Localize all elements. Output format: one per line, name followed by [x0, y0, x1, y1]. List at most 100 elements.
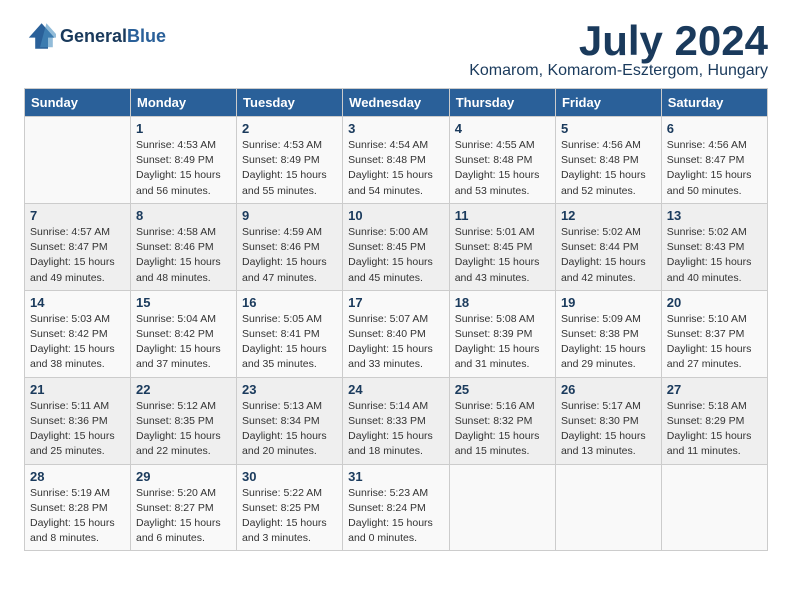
day-info: Sunrise: 5:19 AM Sunset: 8:28 PM Dayligh…: [30, 486, 125, 547]
logo-text: GeneralBlue: [60, 26, 166, 47]
day-cell: [661, 464, 767, 551]
week-row-5: 28Sunrise: 5:19 AM Sunset: 8:28 PM Dayli…: [25, 464, 768, 551]
day-cell: 27 Sunrise: 5:18 AM Sunset: 8:29 PM Dayli…: [661, 377, 767, 464]
day-cell: 2Sunrise: 4:53 AM Sunset: 8:49 PM Daylig…: [237, 117, 343, 204]
day-number: 21: [30, 382, 125, 397]
day-info: Sunrise: 5:11 AM Sunset: 8:36 PM Dayligh…: [30, 399, 125, 460]
logo-icon: [24, 20, 56, 52]
day-cell: 5 Sunrise: 4:56 AM Sunset: 8:48 PM Daylig…: [555, 117, 661, 204]
day-number: 29: [136, 469, 231, 484]
day-info: Sunrise: 5:04 AM Sunset: 8:42 PM Dayligh…: [136, 312, 231, 373]
day-info: Sunrise: 5:09 AM Sunset: 8:38 PM Dayligh…: [561, 312, 656, 373]
calendar-table: SundayMondayTuesdayWednesdayThursdayFrid…: [24, 88, 768, 551]
day-info: Sunrise: 4:59 AM Sunset: 8:46 PM Dayligh…: [242, 225, 337, 286]
day-number: 8: [136, 208, 231, 223]
day-number: 31: [348, 469, 444, 484]
day-cell: 23 Sunrise: 5:13 AM Sunset: 8:34 PM Dayli…: [237, 377, 343, 464]
day-number: 7: [30, 208, 125, 223]
weekday-header-saturday: Saturday: [661, 89, 767, 117]
week-row-4: 21 Sunrise: 5:11 AM Sunset: 8:36 PM Dayli…: [25, 377, 768, 464]
day-cell: 21 Sunrise: 5:11 AM Sunset: 8:36 PM Dayli…: [25, 377, 131, 464]
day-cell: 17Sunrise: 5:07 AM Sunset: 8:40 PM Dayli…: [343, 290, 450, 377]
day-number: 20: [667, 295, 762, 310]
day-cell: 3 Sunrise: 4:54 AM Sunset: 8:48 PM Daylig…: [343, 117, 450, 204]
day-info: Sunrise: 4:55 AM Sunset: 8:48 PM Dayligh…: [455, 138, 550, 199]
day-cell: 30 Sunrise: 5:22 AM Sunset: 8:25 PM Dayli…: [237, 464, 343, 551]
day-number: 16: [242, 295, 337, 310]
day-cell: 9 Sunrise: 4:59 AM Sunset: 8:46 PM Daylig…: [237, 203, 343, 290]
day-info: Sunrise: 5:20 AM Sunset: 8:27 PM Dayligh…: [136, 486, 231, 547]
day-number: 3: [348, 121, 444, 136]
day-cell: [25, 117, 131, 204]
day-number: 19: [561, 295, 656, 310]
day-cell: [555, 464, 661, 551]
day-number: 24: [348, 382, 444, 397]
week-row-3: 14Sunrise: 5:03 AM Sunset: 8:42 PM Dayli…: [25, 290, 768, 377]
day-number: 14: [30, 295, 125, 310]
week-row-2: 7 Sunrise: 4:57 AM Sunset: 8:47 PM Daylig…: [25, 203, 768, 290]
day-cell: 31 Sunrise: 5:23 AM Sunset: 8:24 PM Dayli…: [343, 464, 450, 551]
location-title: Komarom, Komarom-Esztergom, Hungary: [469, 62, 768, 80]
day-cell: 8 Sunrise: 4:58 AM Sunset: 8:46 PM Daylig…: [131, 203, 237, 290]
day-number: 25: [455, 382, 550, 397]
day-info: Sunrise: 4:57 AM Sunset: 8:47 PM Dayligh…: [30, 225, 125, 286]
day-number: 13: [667, 208, 762, 223]
day-cell: 18Sunrise: 5:08 AM Sunset: 8:39 PM Dayli…: [449, 290, 555, 377]
weekday-header-tuesday: Tuesday: [237, 89, 343, 117]
day-info: Sunrise: 5:02 AM Sunset: 8:44 PM Dayligh…: [561, 225, 656, 286]
day-number: 27: [667, 382, 762, 397]
day-number: 15: [136, 295, 231, 310]
day-info: Sunrise: 5:10 AM Sunset: 8:37 PM Dayligh…: [667, 312, 762, 373]
day-info: Sunrise: 5:01 AM Sunset: 8:45 PM Dayligh…: [455, 225, 550, 286]
day-info: Sunrise: 5:13 AM Sunset: 8:34 PM Dayligh…: [242, 399, 337, 460]
page-header: GeneralBlue July 2024 Komarom, Komarom-E…: [24, 20, 768, 80]
day-cell: 12Sunrise: 5:02 AM Sunset: 8:44 PM Dayli…: [555, 203, 661, 290]
weekday-header-monday: Monday: [131, 89, 237, 117]
day-info: Sunrise: 5:18 AM Sunset: 8:29 PM Dayligh…: [667, 399, 762, 460]
logo: GeneralBlue: [24, 20, 166, 52]
day-info: Sunrise: 5:17 AM Sunset: 8:30 PM Dayligh…: [561, 399, 656, 460]
day-number: 26: [561, 382, 656, 397]
day-cell: 15 Sunrise: 5:04 AM Sunset: 8:42 PM Dayli…: [131, 290, 237, 377]
day-cell: 24 Sunrise: 5:14 AM Sunset: 8:33 PM Dayli…: [343, 377, 450, 464]
day-info: Sunrise: 5:08 AM Sunset: 8:39 PM Dayligh…: [455, 312, 550, 373]
weekday-header-sunday: Sunday: [25, 89, 131, 117]
day-info: Sunrise: 5:14 AM Sunset: 8:33 PM Dayligh…: [348, 399, 444, 460]
day-cell: 13 Sunrise: 5:02 AM Sunset: 8:43 PM Dayli…: [661, 203, 767, 290]
day-info: Sunrise: 4:54 AM Sunset: 8:48 PM Dayligh…: [348, 138, 444, 199]
weekday-header-wednesday: Wednesday: [343, 89, 450, 117]
day-cell: 7 Sunrise: 4:57 AM Sunset: 8:47 PM Daylig…: [25, 203, 131, 290]
day-number: 5: [561, 121, 656, 136]
day-cell: 14Sunrise: 5:03 AM Sunset: 8:42 PM Dayli…: [25, 290, 131, 377]
day-number: 23: [242, 382, 337, 397]
day-cell: 20 Sunrise: 5:10 AM Sunset: 8:37 PM Dayli…: [661, 290, 767, 377]
day-number: 4: [455, 121, 550, 136]
day-info: Sunrise: 5:00 AM Sunset: 8:45 PM Dayligh…: [348, 225, 444, 286]
day-info: Sunrise: 5:23 AM Sunset: 8:24 PM Dayligh…: [348, 486, 444, 547]
day-info: Sunrise: 4:53 AM Sunset: 8:49 PM Dayligh…: [136, 138, 231, 199]
day-number: 11: [455, 208, 550, 223]
day-cell: 4 Sunrise: 4:55 AM Sunset: 8:48 PM Daylig…: [449, 117, 555, 204]
day-number: 1: [136, 121, 231, 136]
day-cell: 25 Sunrise: 5:16 AM Sunset: 8:32 PM Dayli…: [449, 377, 555, 464]
day-info: Sunrise: 4:56 AM Sunset: 8:47 PM Dayligh…: [667, 138, 762, 199]
weekday-header-thursday: Thursday: [449, 89, 555, 117]
day-number: 6: [667, 121, 762, 136]
day-number: 9: [242, 208, 337, 223]
day-info: Sunrise: 5:22 AM Sunset: 8:25 PM Dayligh…: [242, 486, 337, 547]
day-info: Sunrise: 4:53 AM Sunset: 8:49 PM Dayligh…: [242, 138, 337, 199]
day-info: Sunrise: 4:56 AM Sunset: 8:48 PM Dayligh…: [561, 138, 656, 199]
day-cell: [449, 464, 555, 551]
day-info: Sunrise: 5:02 AM Sunset: 8:43 PM Dayligh…: [667, 225, 762, 286]
month-title: July 2024: [469, 20, 768, 62]
day-info: Sunrise: 5:07 AM Sunset: 8:40 PM Dayligh…: [348, 312, 444, 373]
day-info: Sunrise: 5:16 AM Sunset: 8:32 PM Dayligh…: [455, 399, 550, 460]
day-number: 30: [242, 469, 337, 484]
day-cell: 1 Sunrise: 4:53 AM Sunset: 8:49 PM Daylig…: [131, 117, 237, 204]
day-cell: 19 Sunrise: 5:09 AM Sunset: 8:38 PM Dayli…: [555, 290, 661, 377]
weekday-header-friday: Friday: [555, 89, 661, 117]
day-cell: 22Sunrise: 5:12 AM Sunset: 8:35 PM Dayli…: [131, 377, 237, 464]
title-block: July 2024 Komarom, Komarom-Esztergom, Hu…: [469, 20, 768, 80]
day-cell: 6 Sunrise: 4:56 AM Sunset: 8:47 PM Daylig…: [661, 117, 767, 204]
day-info: Sunrise: 4:58 AM Sunset: 8:46 PM Dayligh…: [136, 225, 231, 286]
